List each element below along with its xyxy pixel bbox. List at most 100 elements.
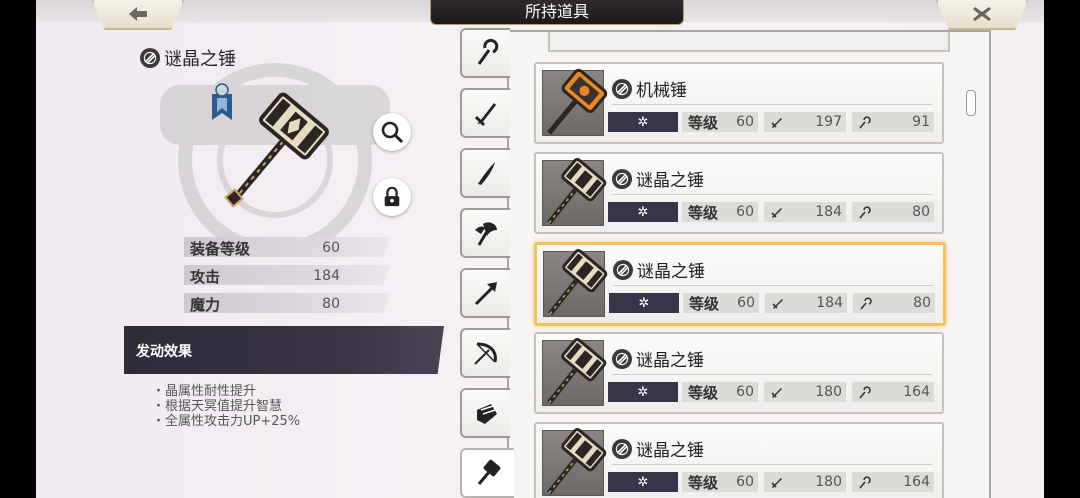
magic-value: 80 xyxy=(912,204,930,220)
attack-sword-icon xyxy=(771,208,782,218)
magic-value: 91 xyxy=(912,114,930,130)
divider xyxy=(612,104,932,105)
magic-staff-icon xyxy=(859,476,871,489)
level-label: 等级 xyxy=(688,114,719,132)
item-card-title: 谜晶之锤 xyxy=(612,436,704,461)
level-label: 等级 xyxy=(688,474,719,492)
item-card[interactable]: 谜晶之锤 ✲ 等级 60 180 164 xyxy=(534,422,944,498)
magic-value: 80 xyxy=(913,295,931,311)
magic-staff-icon xyxy=(859,206,871,219)
stat-value-level: 60 xyxy=(322,240,340,256)
tab-staff[interactable] xyxy=(460,28,510,78)
item-card[interactable]: 谜晶之锤 ✲ 等级 60 180 164 xyxy=(534,332,944,414)
lock-icon xyxy=(384,186,400,207)
fist-icon xyxy=(477,404,497,424)
element-icon xyxy=(612,438,632,459)
tab-bow[interactable] xyxy=(460,328,510,378)
staff-icon xyxy=(477,38,499,65)
item-card-title: 谜晶之锤 xyxy=(612,346,704,371)
level-value: 60 xyxy=(736,384,754,400)
item-thumbnail xyxy=(542,68,608,136)
element-icon xyxy=(613,259,633,280)
zoom-button[interactable] xyxy=(373,113,411,151)
tab-sword[interactable] xyxy=(460,88,510,138)
item-card-name: 机械锤 xyxy=(636,81,687,101)
attack-sword-icon xyxy=(771,478,782,488)
level-value: 60 xyxy=(737,295,755,311)
effect-line-1: ・晶属性耐性提升 xyxy=(152,384,257,399)
tab-spear[interactable] xyxy=(460,268,510,318)
spear-icon xyxy=(474,282,497,306)
item-name: 谜晶之锤 xyxy=(164,49,236,70)
stat-label-magic: 魔力 xyxy=(190,296,221,314)
effect-line-3: ・全属性攻击力UP+25% xyxy=(152,414,301,429)
weapon-preview-image xyxy=(224,92,329,208)
stat-value-magic: 80 xyxy=(322,296,340,312)
lock-button[interactable] xyxy=(373,178,411,216)
magic-value: 164 xyxy=(903,384,930,400)
katana-icon xyxy=(478,162,495,185)
level-value: 60 xyxy=(736,114,754,130)
attack-value: 180 xyxy=(815,384,842,400)
close-icon xyxy=(973,7,991,21)
item-card-name: 谜晶之锤 xyxy=(636,351,704,371)
tab-hammer[interactable] xyxy=(460,448,514,498)
magic-value: 164 xyxy=(903,474,930,490)
tab-fist[interactable] xyxy=(460,388,510,438)
hammer-icon xyxy=(477,459,501,485)
item-card-title: 谜晶之锤 xyxy=(612,166,704,191)
item-card-title: 谜晶之锤 xyxy=(613,257,705,282)
divider xyxy=(612,464,932,465)
rarity-star-icon: ✲ xyxy=(609,293,679,313)
item-thumbnail xyxy=(542,427,607,496)
attack-value: 197 xyxy=(815,114,842,130)
effect-title: 发动效果 xyxy=(136,344,192,360)
letterbox-right xyxy=(1044,0,1080,498)
item-card-name: 谜晶之锤 xyxy=(636,171,704,191)
rarity-star-icon: ✲ xyxy=(608,202,678,222)
level-label: 等级 xyxy=(689,295,720,313)
level-label: 等级 xyxy=(688,204,719,222)
magnifier-icon xyxy=(381,121,404,144)
item-card[interactable]: 机械锤 ✲ 等级 60 197 91 xyxy=(534,62,944,144)
level-label: 等级 xyxy=(688,384,719,402)
game-screen: 所持道具 谜晶之锤 装备等级 60 攻击 184 魔力 80 发动效果 ・晶属性… xyxy=(0,0,1080,498)
element-icon xyxy=(612,348,632,369)
axe-icon xyxy=(475,222,497,246)
effect-line-2: ・根据天冥值提升智慧 xyxy=(152,399,283,414)
scrollbar-thumb[interactable] xyxy=(966,90,976,116)
item-card[interactable]: 谜晶之锤 ✲ 等级 60 184 80 xyxy=(534,242,946,326)
divider xyxy=(613,285,933,286)
back-button[interactable] xyxy=(92,0,184,30)
item-title: 谜晶之锤 xyxy=(140,45,236,71)
attack-value: 184 xyxy=(815,204,842,220)
stat-value-attack: 184 xyxy=(313,268,340,284)
letterbox-left xyxy=(0,0,36,498)
item-list[interactable]: 机械锤 ✲ 等级 60 197 91 谜晶之锤 ✲ 等级 60 184 80 谜… xyxy=(520,32,960,498)
magic-staff-icon xyxy=(860,297,872,310)
item-thumbnail xyxy=(542,337,607,406)
attack-sword-icon xyxy=(771,388,782,398)
page-title: 所持道具 xyxy=(430,0,684,25)
close-button[interactable] xyxy=(936,0,1028,30)
tab-axe[interactable] xyxy=(460,208,510,258)
stat-label-attack: 攻击 xyxy=(190,268,221,286)
item-thumbnail xyxy=(542,157,607,226)
element-icon xyxy=(140,48,160,68)
item-card-name: 谜晶之锤 xyxy=(636,441,704,461)
item-card-title: 机械锤 xyxy=(612,76,687,101)
item-card[interactable]: 谜晶之锤 ✲ 等级 60 184 80 xyxy=(534,152,944,234)
level-value: 60 xyxy=(736,204,754,220)
attack-sword-icon xyxy=(772,299,783,309)
tab-katana[interactable] xyxy=(460,148,510,198)
rarity-star-icon: ✲ xyxy=(608,382,678,402)
stat-label-level: 装备等级 xyxy=(190,240,251,258)
item-card-name: 谜晶之锤 xyxy=(637,262,705,282)
attack-value: 184 xyxy=(816,295,843,311)
magic-staff-icon xyxy=(859,116,871,129)
element-icon xyxy=(612,168,632,189)
rarity-star-icon: ✲ xyxy=(608,472,678,492)
sword-icon xyxy=(474,103,496,127)
bow-icon xyxy=(474,342,497,365)
divider xyxy=(612,374,932,375)
